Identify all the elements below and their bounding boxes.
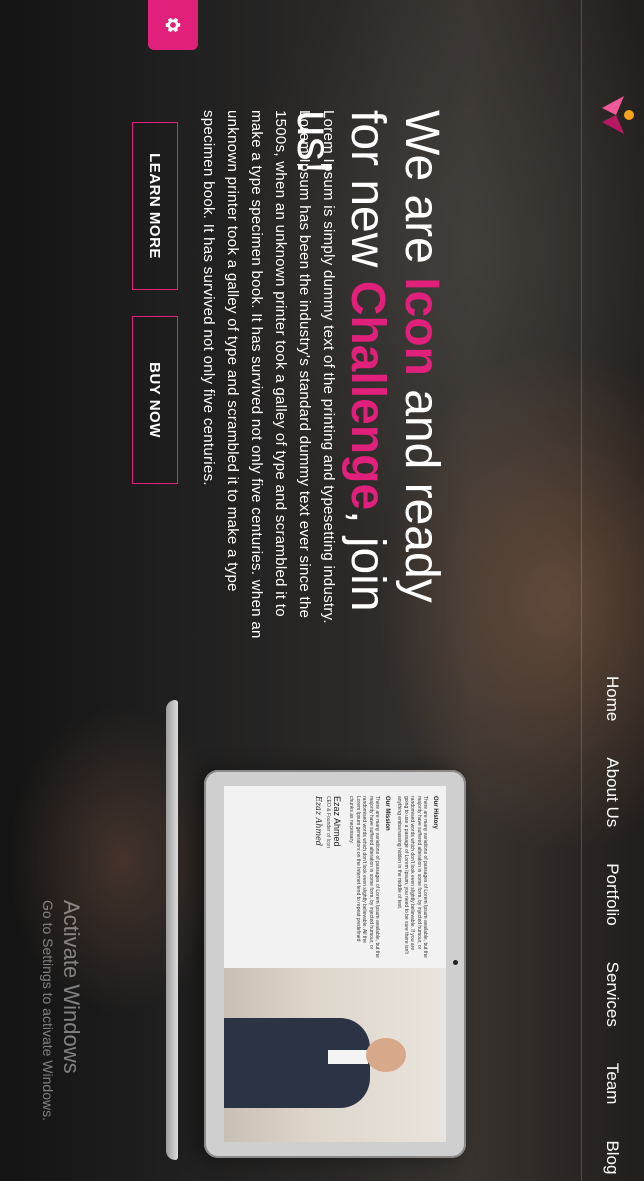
screen-mission-text: There are many variations of passages of… xyxy=(348,796,381,958)
header-divider xyxy=(581,0,582,1181)
settings-toggle-button[interactable] xyxy=(148,0,198,50)
main-nav: Home About Us Portfolio Services Team Bl… xyxy=(602,676,622,1174)
nav-item-blog[interactable]: Blog xyxy=(602,1140,622,1174)
watermark-line1: Activate Windows xyxy=(59,900,84,1074)
screen-person-role: CEO & Founder of Icon xyxy=(325,796,332,848)
nav-item-home[interactable]: Home xyxy=(602,676,622,721)
hero-title-accent-icon: Icon xyxy=(395,277,448,376)
hero-title-pre: We are xyxy=(395,110,448,278)
laptop-mockup: Our History There are many variations of… xyxy=(204,770,466,1158)
page-canvas: Home About Us Portfolio Services Team Bl… xyxy=(0,0,644,1181)
nav-item-portfolio[interactable]: Portfolio xyxy=(602,863,622,925)
laptop-camera xyxy=(453,960,458,965)
screen-portrait-photo xyxy=(224,968,446,1142)
hero-description: Lorem Ipsum is simply dummy text of the … xyxy=(200,110,337,639)
gear-icon xyxy=(165,17,181,33)
brand-logo[interactable] xyxy=(596,90,638,140)
watermark-line2: Go to Settings to activate Windows. xyxy=(40,900,56,1121)
screen-history-heading: Our History xyxy=(432,796,438,830)
screen-text-column: Our History There are many variations of… xyxy=(224,786,446,968)
screen-history-text: There are many variations of passages of… xyxy=(396,796,429,958)
screen-signature: Ezaz Ahmed xyxy=(314,796,323,846)
activation-watermark: Activate Windows Go to Settings to activ… xyxy=(40,900,84,1121)
nav-item-services[interactable]: Services xyxy=(602,962,622,1027)
buy-now-button[interactable]: BUY NOW xyxy=(132,316,178,484)
nav-item-team[interactable]: Team xyxy=(602,1063,622,1105)
nav-item-about-us[interactable]: About Us xyxy=(602,757,622,827)
screen-person-name: Ezaz Ahmed xyxy=(332,796,342,847)
laptop-base xyxy=(166,700,178,1160)
hero-title-accent-challenge: Challenge xyxy=(341,280,394,511)
laptop-screen: Our History There are many variations of… xyxy=(224,786,446,1142)
portrait-shirt xyxy=(328,1050,368,1064)
portrait-head xyxy=(366,1038,406,1072)
learn-more-button[interactable]: LEARN MORE xyxy=(132,122,178,290)
screen-mission-heading: Our Mission xyxy=(384,796,390,831)
